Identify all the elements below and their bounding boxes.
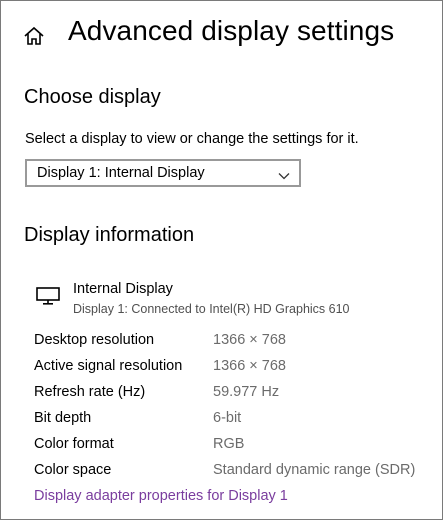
display-adapter-properties-link[interactable]: Display adapter properties for Display 1 bbox=[34, 488, 288, 504]
settings-window: Advanced display settings Choose display… bbox=[0, 0, 443, 520]
info-row-color-format: Color format RGB bbox=[1, 436, 442, 458]
info-label: Color format bbox=[34, 436, 114, 452]
info-value: 6-bit bbox=[213, 410, 242, 426]
info-value: 59.977 Hz bbox=[213, 384, 280, 400]
info-row-refresh-rate: Refresh rate (Hz) 59.977 Hz bbox=[1, 384, 442, 406]
info-row-active-signal-resolution: Active signal resolution 1366 × 768 bbox=[1, 358, 442, 380]
choose-display-heading: Choose display bbox=[24, 86, 161, 108]
info-value: 1366 × 768 bbox=[213, 332, 286, 348]
info-row-bit-depth: Bit depth 6-bit bbox=[1, 410, 442, 432]
chevron-down-icon bbox=[278, 168, 290, 180]
info-label: Color space bbox=[34, 462, 112, 478]
info-row-desktop-resolution: Desktop resolution 1366 × 768 bbox=[1, 332, 442, 354]
info-value: Standard dynamic range (SDR) bbox=[213, 462, 416, 478]
info-label: Refresh rate (Hz) bbox=[34, 384, 146, 400]
page-title: Advanced display settings bbox=[68, 15, 395, 46]
info-value: 1366 × 768 bbox=[213, 358, 286, 374]
monitor-icon bbox=[36, 287, 60, 305]
info-label: Bit depth bbox=[34, 410, 92, 426]
info-row-color-space: Color space Standard dynamic range (SDR) bbox=[1, 462, 442, 484]
home-icon[interactable] bbox=[23, 25, 45, 47]
display-name: Internal Display bbox=[73, 281, 173, 297]
display-information-heading: Display information bbox=[24, 224, 195, 246]
display-select-value: Display 1: Internal Display bbox=[37, 165, 205, 181]
display-select-dropdown[interactable]: Display 1: Internal Display bbox=[25, 159, 301, 187]
info-value: RGB bbox=[213, 436, 245, 452]
display-connection-subtitle: Display 1: Connected to Intel(R) HD Grap… bbox=[73, 302, 350, 316]
page-header: Advanced display settings bbox=[1, 1, 442, 71]
info-label: Active signal resolution bbox=[34, 358, 183, 374]
info-label: Desktop resolution bbox=[34, 332, 155, 348]
choose-display-prompt: Select a display to view or change the s… bbox=[25, 131, 359, 147]
